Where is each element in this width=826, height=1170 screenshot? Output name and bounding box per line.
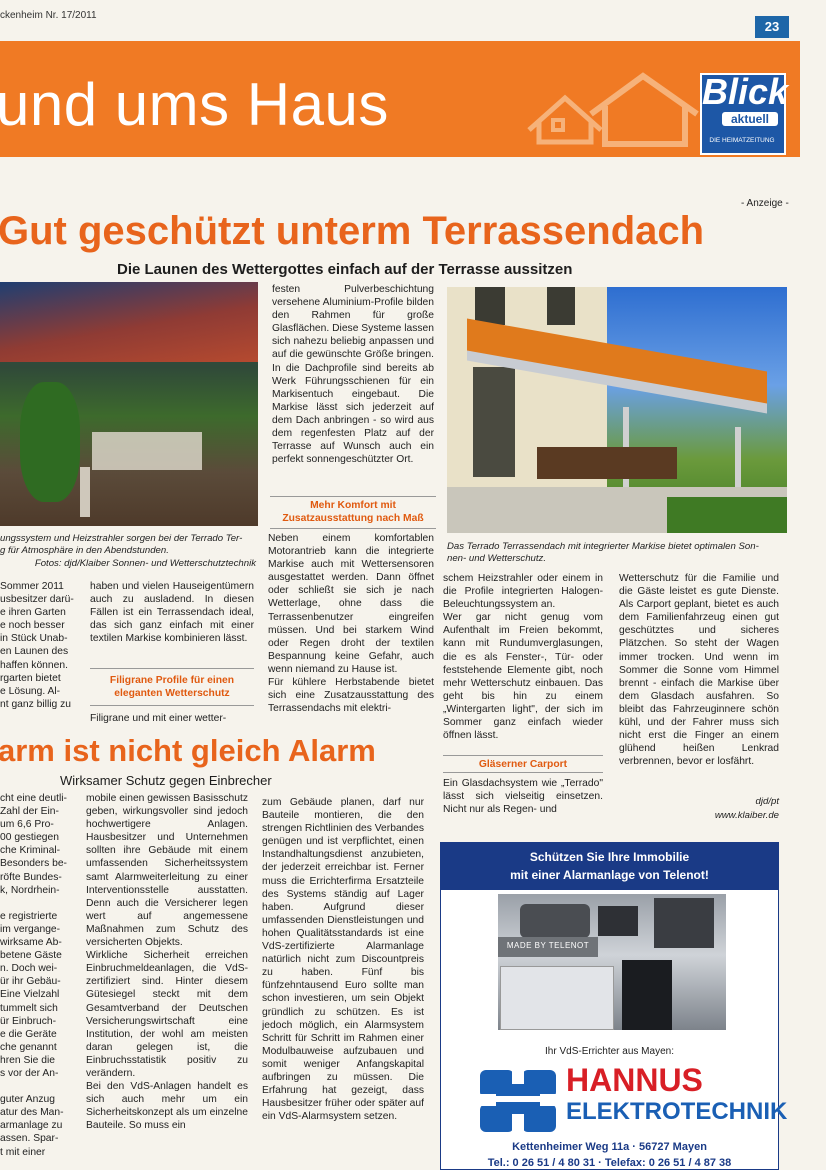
blick-logo-tag: DIE HEIMATZEITUNG (709, 137, 775, 144)
hannus-logo-icon (480, 1070, 556, 1132)
company-name-elektrotechnik: ELEKTROTECHNIK (566, 1098, 788, 1125)
article1-col-b-bottom: Filigrane und mit einer wetter- (90, 713, 227, 724)
article1-col-d: Wetterschutz für die Familie und die Gäs… (619, 573, 779, 768)
ad-label: - Anzeige - (741, 198, 789, 209)
rule (270, 528, 436, 529)
advert-headline-1: Schützen Sie Ihre Immobilie (529, 850, 690, 864)
alarm-panel-photo-2 (500, 966, 614, 1030)
alarm-device-photo-2 (622, 960, 672, 1030)
page-number: 23 (764, 19, 780, 34)
advert-address: Kettenheimer Weg 11a · 56727 Mayen (512, 1141, 707, 1153)
article1-col-mid-bottom: Neben einem komfortablen Motorantrieb ka… (268, 533, 434, 715)
article1-col-a: Sommer 2011 usbesitzer darü- e ihren Gar… (0, 581, 74, 710)
caption-right: Das Terrado Terrassendach mit integriert… (447, 541, 759, 564)
subhead-carport: Gläserner Carport (478, 759, 568, 770)
blick-logo-sub: aktuell (722, 112, 778, 126)
alarm-keypad-photo (598, 906, 638, 936)
alarm-device-photo (520, 904, 590, 938)
subhead-filigrane: Filigrane Profile für einen eleganten We… (109, 675, 235, 699)
article2-headline: arm ist nicht gleich Alarm (0, 733, 376, 768)
photo-credit: Fotos: djd/Klaiber Sonnen- und Wettersch… (34, 558, 256, 569)
signature-djd: djd/pt (755, 796, 779, 807)
article1-headline: Gut geschützt unterm Terrassendach (0, 209, 705, 253)
article1-col-b-top: haben und vielen Hauseigentümern auch zu… (90, 581, 254, 645)
signature-web: www.klaiber.de (714, 810, 779, 821)
section-title: und ums Haus (0, 71, 389, 138)
article1-subheadline: Die Launen des Wettergottes einfach auf … (117, 261, 573, 278)
rule (90, 705, 254, 706)
errichter-line: Ihr VdS-Errichter aus Mayen: (545, 1046, 674, 1057)
article2-col-c: zum Gebäude planen, darf nur Bauteile mo… (262, 797, 424, 1123)
advert-phone: Tel.: 0 26 51 / 4 80 31 · Telefax: 0 26 … (487, 1157, 732, 1169)
article1-col-mid-top: festen Pulverbeschichtung versehene Alum… (272, 284, 434, 466)
subhead-mehr-komfort: Mehr Komfort mit Zusatzausstattung nach … (282, 500, 424, 524)
house-outline-icon (527, 72, 699, 147)
rule (90, 668, 254, 669)
article2-col-b: mobile einen gewissen Basisschutz geben,… (86, 793, 248, 1132)
issue-line: ckenheim Nr. 17/2011 (0, 10, 97, 21)
rule (443, 755, 603, 756)
article2-subheadline: Wirksamer Schutz gegen Einbrecher (60, 773, 272, 788)
article1-col-c: schem Heizstrahler oder einem in die Pro… (443, 573, 603, 742)
advert-headline-2: mit einer Alarmanlage von Telenot! (510, 868, 709, 882)
alarm-siren-photo (654, 898, 714, 948)
article2-col-a: cht eine deutli- Zahl der Ein- um 6,6 Pr… (0, 793, 67, 1158)
rule (443, 772, 603, 773)
rule (270, 496, 436, 497)
article1-col-c-bottom: Ein Glasdachsystem wie „Terrado" lässt s… (443, 778, 603, 816)
terrace-day-photo (447, 287, 787, 533)
caption-left: ungssystem und Heizstrahler sorgen bei d… (0, 533, 243, 556)
blick-logo-word: Blick (702, 71, 789, 112)
made-by-telenot: MADE BY TELENOT (506, 941, 590, 950)
terrace-evening-photo (0, 282, 258, 526)
company-name-hannus: HANNUS (566, 1062, 703, 1098)
